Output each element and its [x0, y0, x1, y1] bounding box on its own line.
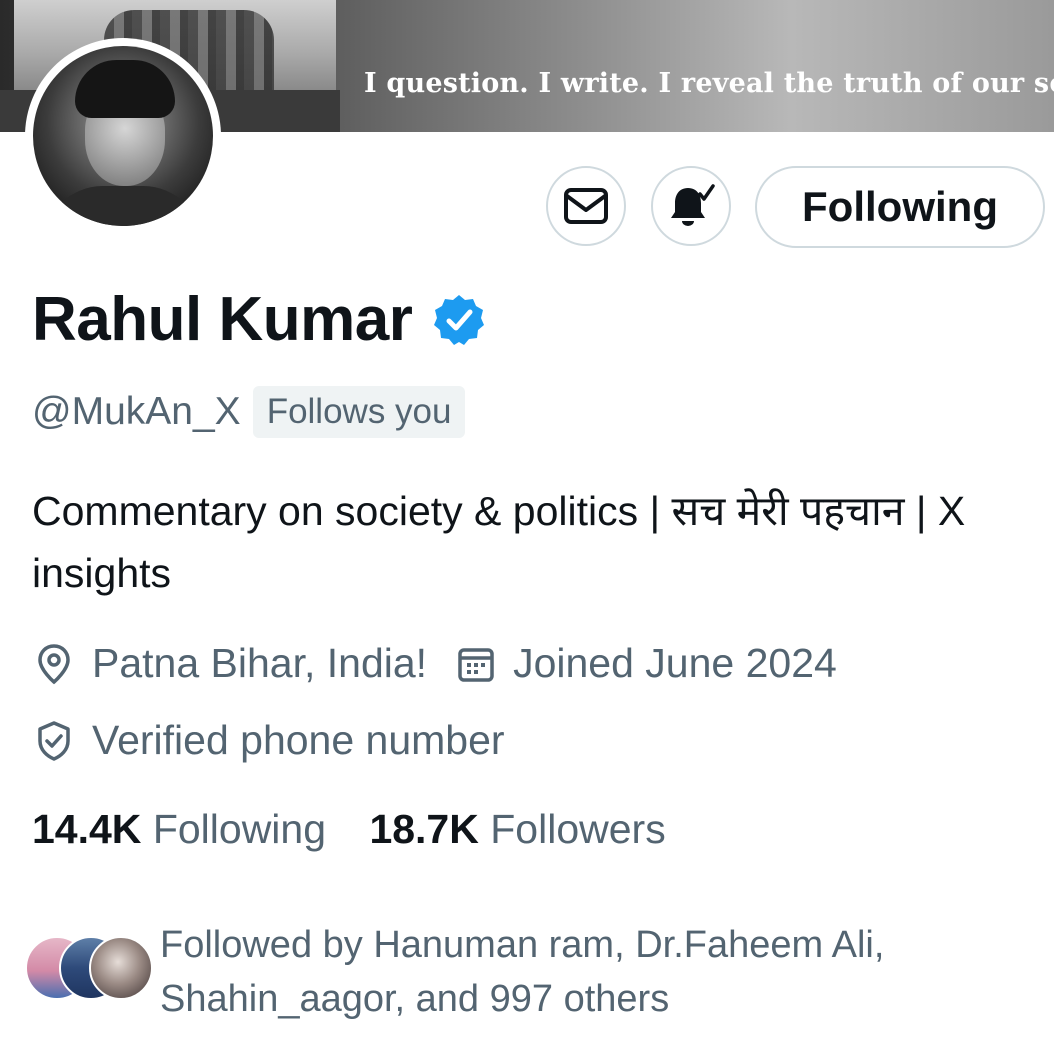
mail-icon — [564, 188, 608, 224]
followed-by-text[interactable]: Followed by Hanuman ram, Dr.Faheem Ali, … — [160, 918, 1040, 1026]
meta-verified-phone: Verified phone number — [34, 717, 505, 764]
follow-stats: 14.4K Following 18.7K Followers — [32, 806, 666, 853]
follower-avatar — [89, 936, 153, 1000]
following-count: 14.4K — [32, 806, 142, 852]
follows-you-badge: Follows you — [252, 386, 466, 438]
calendar-icon — [458, 647, 494, 682]
location-pin-icon — [38, 643, 70, 684]
banner-quote: I question. I write. I reveal the truth … — [364, 68, 1054, 99]
shield-check-icon — [38, 720, 70, 761]
followers-label: Followers — [490, 806, 666, 852]
meta-location-joined: Patna Bihar, India! Joined June 2024 — [34, 640, 837, 687]
notifications-button[interactable] — [651, 166, 731, 246]
joined-date: Joined June 2024 — [513, 640, 837, 686]
following-button[interactable]: Following — [755, 166, 1045, 248]
bell-check-icon — [671, 184, 715, 226]
bio: Commentary on society & politics | सच मे… — [32, 488, 966, 596]
name-row: Rahul Kumar — [32, 284, 486, 355]
avatar[interactable] — [25, 38, 221, 234]
following-label: Following — [152, 806, 327, 852]
followers-stat[interactable]: 18.7K Followers — [369, 806, 665, 852]
verified-badge-icon[interactable] — [432, 293, 486, 347]
verified-phone-text[interactable]: Verified phone number — [92, 717, 505, 764]
avatar-photo — [33, 46, 213, 226]
followed-by-avatars[interactable] — [25, 936, 153, 1000]
message-button[interactable] — [546, 166, 626, 246]
handle-row: @MukAn_X Follows you — [32, 386, 466, 438]
followers-count: 18.7K — [369, 806, 479, 852]
user-handle: @MukAn_X — [32, 390, 241, 433]
location-text: Patna Bihar, India! — [92, 640, 428, 686]
following-stat[interactable]: 14.4K Following — [32, 806, 337, 852]
display-name: Rahul Kumar — [32, 285, 413, 354]
